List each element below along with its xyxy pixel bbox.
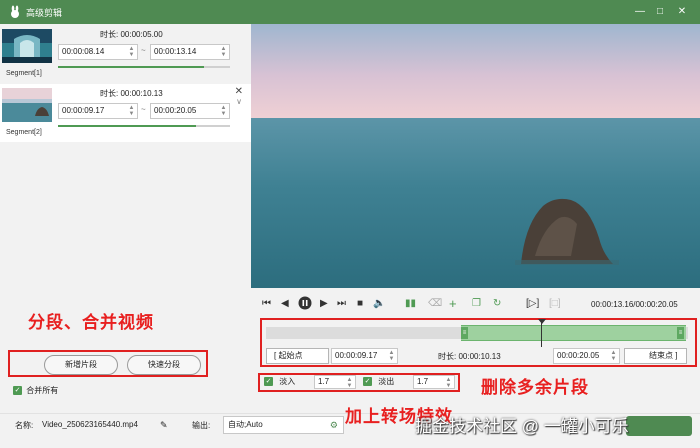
maximize-icon[interactable]: □ xyxy=(652,4,668,20)
set-end-button[interactable]: 结束点 ] xyxy=(624,348,687,364)
fade-in-value[interactable]: 1.7 ▲ ▼ xyxy=(314,375,356,389)
frame-step-icon[interactable]: [▷] xyxy=(526,298,539,310)
skip-start-icon[interactable]: ⏮ xyxy=(262,298,271,310)
segment-start-time[interactable]: 00:00:08.14 ▲ ▼ xyxy=(58,44,138,60)
time-separator: ~ xyxy=(141,105,146,114)
range-duration: 时长: 00:00:10.13 xyxy=(438,352,501,361)
add-segment-button[interactable]: 新增片段 xyxy=(44,355,118,375)
segment-duration: 时长: 00:00:05.00 xyxy=(100,30,163,39)
edit-pencil-icon[interactable]: ✎ xyxy=(160,420,168,431)
spin-arrows-icon[interactable]: ▲ ▼ xyxy=(220,105,227,117)
fit-frame-icon[interactable]: [□] xyxy=(549,298,561,310)
title-bar: 高级剪辑 — □ ✕ xyxy=(0,0,700,24)
fade-out-checkbox[interactable]: ✓ 淡出 xyxy=(363,376,394,387)
split-icon[interactable]: ▮▮ xyxy=(405,298,416,310)
pause-icon[interactable] xyxy=(298,296,312,310)
segment-progress xyxy=(58,66,230,68)
close-icon[interactable]: ✕ xyxy=(235,86,243,97)
quick-split-button[interactable]: 快速分段 xyxy=(127,355,201,375)
merge-all-checkbox[interactable]: ✓ 合并所有 xyxy=(13,385,58,395)
spin-arrows-icon[interactable]: ▲ ▼ xyxy=(128,105,135,117)
annotation-delete-extra: 删除多余片段 xyxy=(481,378,589,397)
annotation-segment-merge: 分段、合并视频 xyxy=(28,313,154,332)
video-preview[interactable] xyxy=(251,24,700,288)
segment-progress-fill xyxy=(58,66,205,68)
segment-progress-fill xyxy=(58,125,196,127)
step-back-icon[interactable]: ◀ xyxy=(281,298,289,310)
timeline-selection[interactable] xyxy=(461,325,686,341)
spin-arrows-icon[interactable]: ▲ ▼ xyxy=(220,46,227,58)
timeline-end-handle[interactable]: ≡ xyxy=(677,327,684,339)
checkbox-checked-icon[interactable]: ✓ xyxy=(13,386,22,395)
range-start-field[interactable]: 00:00:09.17 ▲ ▼ xyxy=(331,348,398,364)
refresh-icon[interactable]: ↻ xyxy=(493,298,501,310)
playhead-marker-icon[interactable] xyxy=(538,319,546,324)
gear-icon[interactable]: ⚙ xyxy=(330,417,338,433)
segment-item-1[interactable]: Segment[1] 时长: 00:00:05.00 00:00:08.14 ▲… xyxy=(0,25,251,83)
add-icon[interactable]: + xyxy=(449,297,457,310)
chevron-down-icon[interactable]: ∨ xyxy=(236,97,242,106)
segment-thumbnail xyxy=(2,29,52,63)
time-readout: 00:00:13.16/00:00:20.05 xyxy=(591,300,678,309)
output-label: 输出: xyxy=(192,421,211,430)
segment-progress xyxy=(58,125,230,127)
spin-arrows-icon[interactable]: ▲ ▼ xyxy=(346,377,353,389)
segment-item-2[interactable]: Segment[2] 时长: 00:00:10.13 00:00:09.17 ▲… xyxy=(0,84,251,142)
filename: Video_250623165440.mp4 xyxy=(42,420,138,429)
range-end-field[interactable]: 00:00:20.05 ▲ ▼ xyxy=(553,348,620,364)
segment-end-time[interactable]: 00:00:13.14 ▲ ▼ xyxy=(150,44,230,60)
segment-name: Segment[1] xyxy=(6,70,42,77)
segment-duration: 时长: 00:00:10.13 xyxy=(100,89,163,98)
spin-arrows-icon[interactable]: ▲ ▼ xyxy=(445,377,452,389)
copy-icon[interactable]: ❐ xyxy=(472,298,481,310)
timeline-playhead[interactable] xyxy=(541,321,542,347)
checkbox-checked-icon[interactable]: ✓ xyxy=(264,377,273,387)
time-separator: ~ xyxy=(141,46,146,55)
set-start-button[interactable]: [ 起始点 xyxy=(266,348,329,364)
watermark: 掘金技术社区 @ 一罐小可乐 xyxy=(415,417,629,436)
segment-start-time[interactable]: 00:00:09.17 ▲ ▼ xyxy=(58,103,138,119)
segment-end-time[interactable]: 00:00:20.05 ▲ ▼ xyxy=(150,103,230,119)
name-label: 名称: xyxy=(15,421,34,430)
export-button[interactable] xyxy=(626,416,692,436)
spin-arrows-icon[interactable]: ▲ ▼ xyxy=(388,350,395,362)
stop-icon[interactable]: ■ xyxy=(357,298,363,310)
trash-icon[interactable]: ⌫ xyxy=(428,298,442,310)
close-icon[interactable]: ✕ xyxy=(674,4,690,20)
fade-in-checkbox[interactable]: ✓ 淡入 xyxy=(264,376,295,387)
segment-thumbnail xyxy=(2,88,52,122)
fade-out-value[interactable]: 1.7 ▲ ▼ xyxy=(413,375,455,389)
spin-arrows-icon[interactable]: ▲ ▼ xyxy=(610,350,617,362)
timeline-start-handle[interactable]: ≡ xyxy=(461,327,468,339)
volume-icon[interactable]: 🔈 xyxy=(373,298,385,310)
spin-arrows-icon[interactable]: ▲ ▼ xyxy=(128,46,135,58)
skip-end-icon[interactable]: ⏭ xyxy=(337,298,346,310)
segment-name: Segment[2] xyxy=(6,129,42,136)
minimize-icon[interactable]: — xyxy=(632,4,648,20)
checkbox-checked-icon[interactable]: ✓ xyxy=(363,377,372,387)
window-title: 高级剪辑 xyxy=(26,8,63,18)
rabbit-logo-icon xyxy=(11,5,19,18)
step-forward-icon[interactable]: ▶ xyxy=(320,298,328,310)
output-folder-field[interactable]: 自动;Auto ⚙ xyxy=(223,416,344,434)
